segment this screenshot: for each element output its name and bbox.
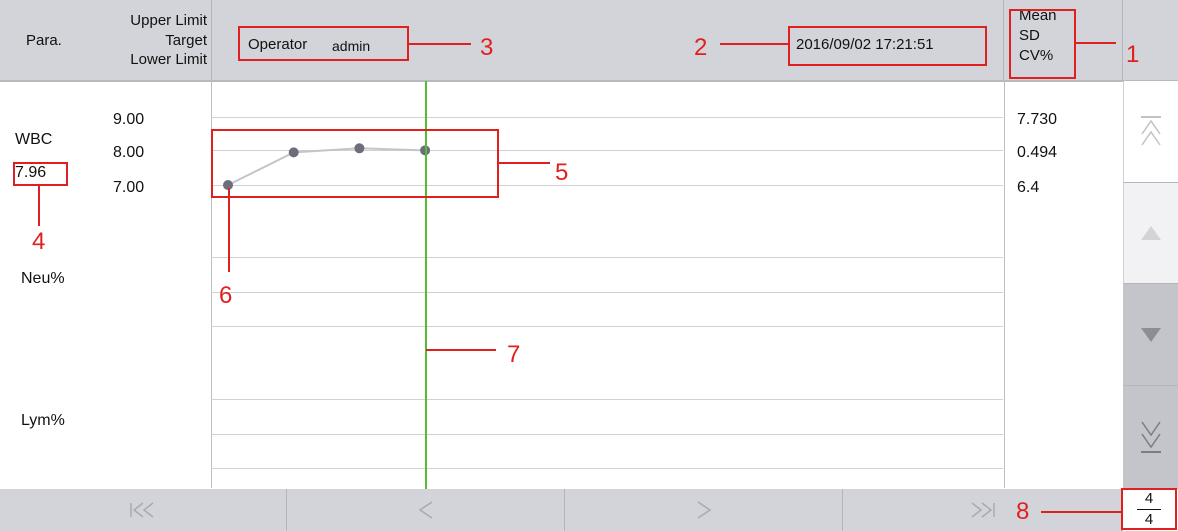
scroll-down-button[interactable] [1123,284,1178,386]
last-page-button[interactable] [843,489,1122,531]
callout-line-1 [1076,42,1116,44]
next-icon [697,501,711,519]
scroll-top-button[interactable] [1123,81,1178,183]
page-current: 4 [1144,490,1154,507]
callout-box-4 [13,162,68,186]
cv-wbc: 6.4 [1017,179,1040,196]
double-up-arrow-icon [1141,115,1161,145]
callout-number-2: 2 [694,34,708,61]
callout-number-7: 7 [507,341,521,368]
param-name-wbc: WBC [15,131,53,148]
mean-wbc: 7.730 [1017,111,1058,128]
callout-line-5 [499,162,550,164]
callout-line-7 [426,349,496,351]
callout-number-5: 5 [555,159,569,186]
next-button[interactable] [565,489,843,531]
page-fraction-bar [1137,509,1161,510]
double-down-arrow-icon [1140,421,1161,453]
target-wbc: 8.00 [113,144,145,161]
callout-line-3 [409,43,471,45]
callout-number-6: 6 [219,282,233,309]
lower-limit-wbc: 7.00 [113,179,145,196]
prev-button[interactable] [287,489,565,531]
scroll-bottom-button[interactable] [1123,386,1178,489]
callout-number-3: 3 [480,34,494,61]
callout-box-2 [788,26,987,66]
upper-limit-wbc: 9.00 [113,111,145,128]
first-page-icon [130,502,154,518]
callout-line-6 [228,188,230,272]
callout-line-8 [1041,511,1123,513]
callout-number-4: 4 [32,228,46,255]
sd-wbc: 0.494 [1017,144,1058,161]
param-name-neu: Neu% [21,270,65,287]
prev-icon [418,501,432,519]
down-arrow-icon [1140,327,1161,342]
callout-line-4 [38,186,40,226]
last-page-icon [971,502,995,518]
callout-box-1 [1009,9,1076,79]
callout-box-5 [211,129,499,198]
callout-line-2 [720,43,788,45]
qc-line-chart [223,143,431,190]
scroll-up-button[interactable] [1123,183,1178,284]
page-total: 4 [1144,511,1154,528]
first-page-button[interactable] [0,489,287,531]
param-name-lym: Lym% [21,412,65,429]
callout-number-8: 8 [1016,498,1030,525]
callout-box-3 [238,26,409,61]
up-arrow-icon [1141,226,1161,240]
callout-number-1: 1 [1126,41,1140,68]
